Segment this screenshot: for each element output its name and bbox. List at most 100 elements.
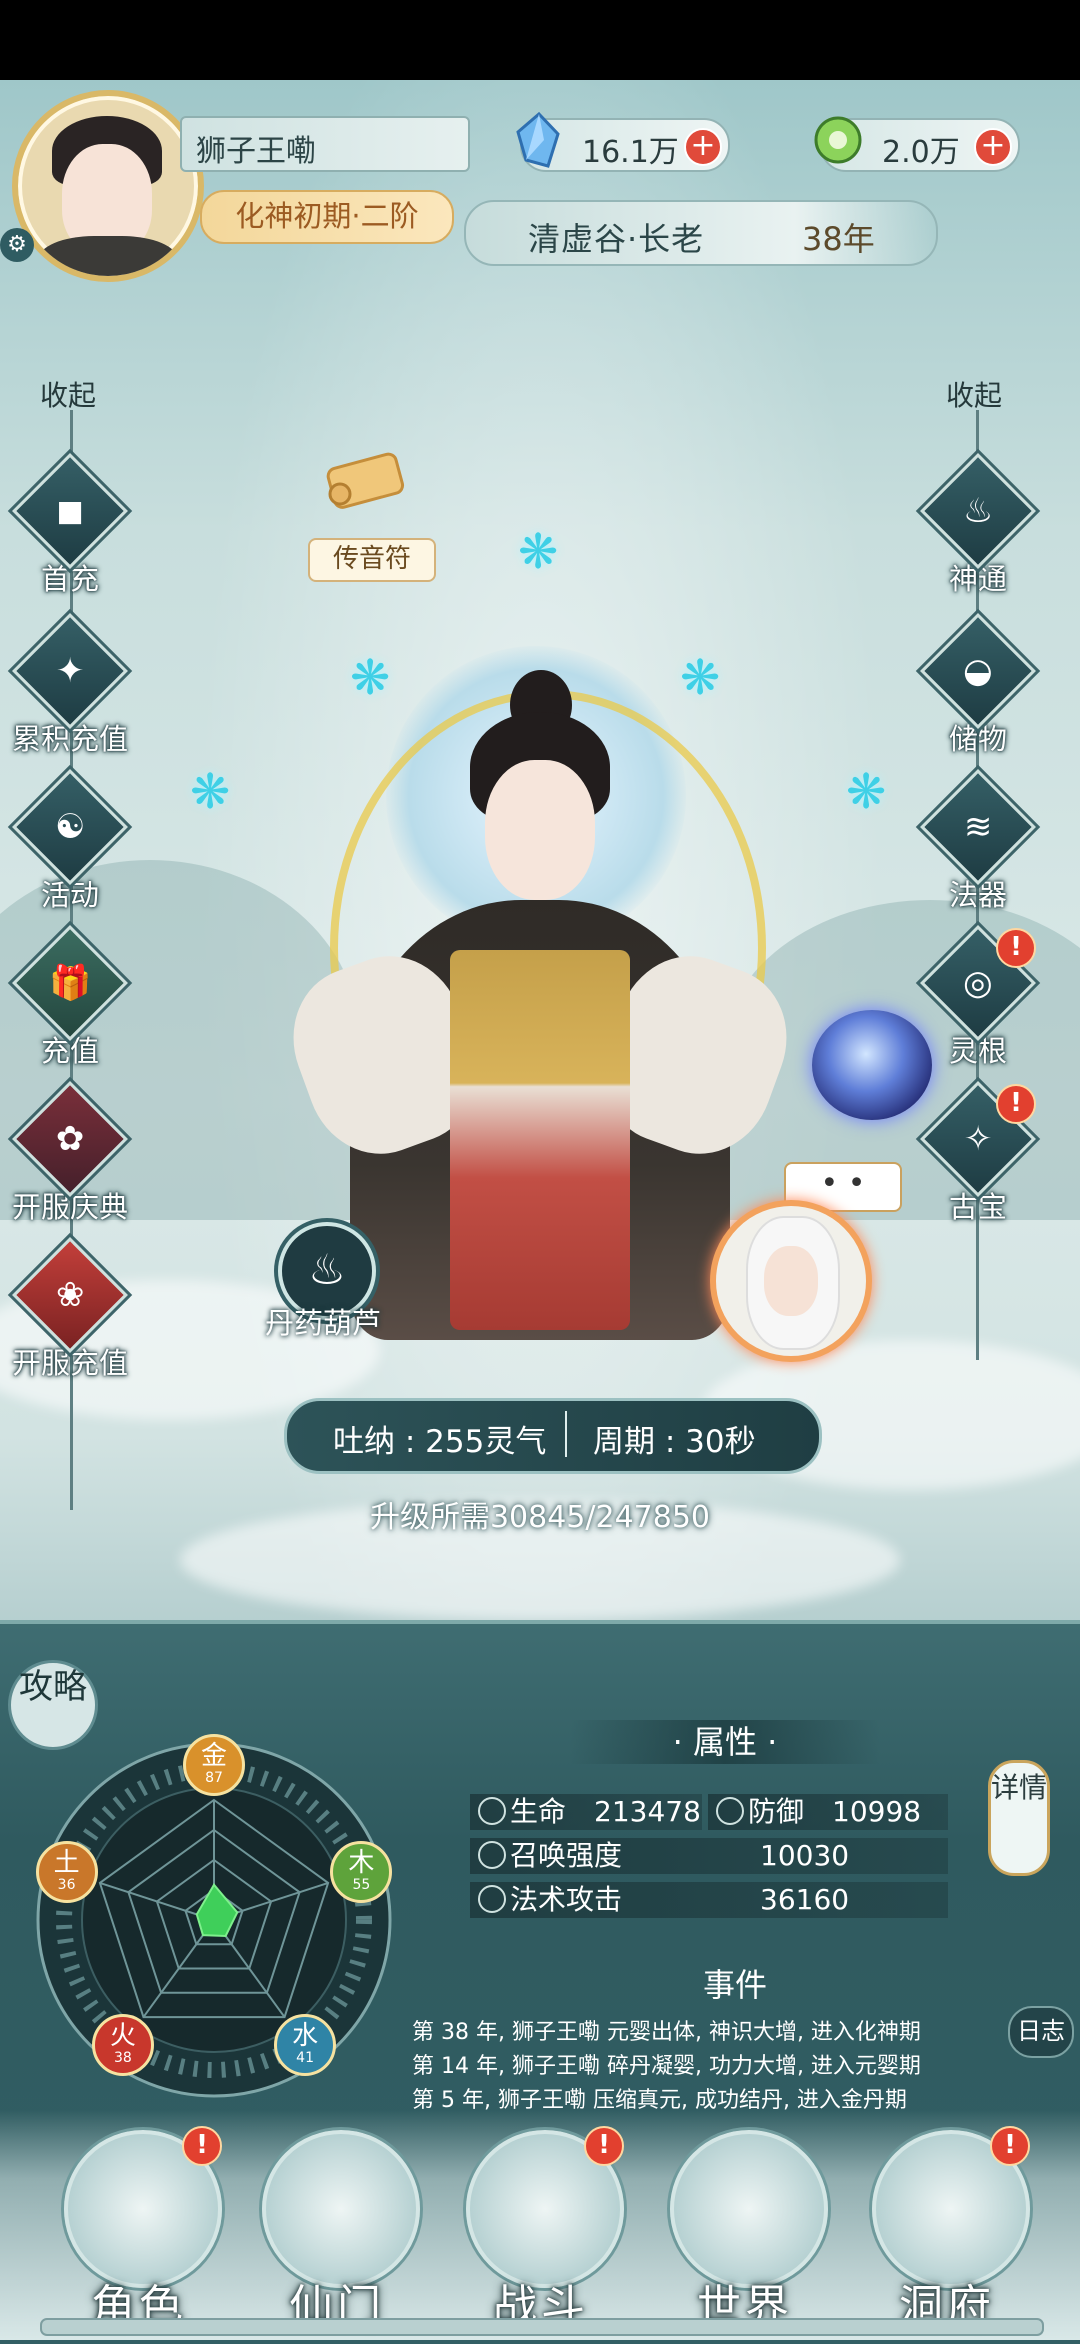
breath-rate: 吐纳 : 255灵气 xyxy=(333,1424,547,1460)
coins-plus-icon: ✦ xyxy=(55,651,85,691)
event-line: 第 38 年, 狮子王嘞 元婴出体, 神识大增, 进入化神期 xyxy=(412,2020,921,2045)
add-crystal-button[interactable]: + xyxy=(684,128,722,166)
menu-storage[interactable]: ◒ 储物 xyxy=(918,613,1038,758)
cloud-swirl-icon: ≋ xyxy=(963,807,993,847)
jade-amount: 2.0万 xyxy=(882,135,960,170)
menu-server-recharge[interactable]: ❀ 开服充值 xyxy=(10,1237,130,1382)
element-node[interactable]: 金 87 xyxy=(183,1734,245,1796)
celebration-icon: ✿ xyxy=(55,1119,85,1159)
details-button[interactable]: 详情 xyxy=(988,1760,1050,1876)
element-name: 土 xyxy=(53,1848,80,1879)
coin-icon: ◼ xyxy=(55,490,85,531)
spirit-beast-icon[interactable]: ❋ xyxy=(846,764,886,820)
events-title: 事件 xyxy=(702,1966,767,2004)
element-name: 火 xyxy=(109,2021,136,2052)
five-elements-radar: 金 87 木 55 水 41 火 38 土 36 xyxy=(24,1730,404,2110)
cultivation-years: 38年 xyxy=(802,220,875,258)
right-collapse-button[interactable]: 收起 xyxy=(946,374,1002,414)
element-value: 38 xyxy=(113,2050,132,2067)
element-value: 41 xyxy=(296,2050,314,2067)
stat-value: 36160 xyxy=(760,1883,850,1916)
player-name: 狮子王嘞 xyxy=(196,134,316,169)
crystal-amount: 16.1万 xyxy=(582,135,679,170)
event-line: 第 14 年, 狮子王嘞 碎丹凝婴, 功力大增, 进入元婴期 xyxy=(412,2054,921,2079)
jade-resource: 2.0万 + xyxy=(814,116,1020,172)
spirit-beast-icon[interactable]: ❋ xyxy=(350,650,390,706)
stat-label: 防御 xyxy=(748,1795,805,1828)
world-mountain-icon xyxy=(670,2130,828,2288)
nav-character[interactable]: ! 角色 xyxy=(54,2126,224,2332)
nav-world[interactable]: 世界 xyxy=(660,2130,830,2332)
message-scroll-icon[interactable] xyxy=(318,446,418,512)
blue-crystal-icon xyxy=(516,111,560,168)
element-node[interactable]: 土 36 xyxy=(35,1841,98,1904)
avatar-body xyxy=(38,236,178,276)
planet-icon: ◎ xyxy=(963,962,993,1003)
player-avatar[interactable] xyxy=(12,90,204,282)
stat-value: 213478 xyxy=(594,1795,701,1828)
log-button[interactable]: 日志 xyxy=(1008,2006,1074,2058)
npc-face xyxy=(764,1246,818,1316)
gift-icon: 🎁 xyxy=(48,963,92,1003)
cultivator-character[interactable] xyxy=(485,760,595,900)
element-value: 36 xyxy=(57,1877,76,1894)
crystal-resource: 16.1万 + xyxy=(516,111,730,172)
stat-label: 召唤强度 xyxy=(510,1839,623,1872)
menu-artifact[interactable]: ≋ 法器 xyxy=(918,769,1038,914)
menu-spirit-root[interactable]: ◎ 灵根 ! xyxy=(918,925,1038,1070)
attributes-title: · 属性 · xyxy=(570,1720,880,1764)
lucky-bag-icon: ❀ xyxy=(55,1275,85,1315)
spirit-beast-icon[interactable]: ❋ xyxy=(680,650,720,706)
settings-gear-icon[interactable]: ⚙ xyxy=(0,228,34,262)
stat-label: 法术攻击 xyxy=(510,1883,623,1916)
nav-cave-dwelling[interactable]: ! 洞府 xyxy=(862,2126,1032,2332)
alert-badge: ! xyxy=(996,1084,1036,1124)
sect-title: 清虚谷·长老 xyxy=(528,220,705,258)
left-collapse-button[interactable]: 收起 xyxy=(40,374,96,414)
compass-star-icon: ✧ xyxy=(963,1119,993,1159)
cycle-time: 周期 : 30秒 xyxy=(593,1424,756,1460)
alert-badge: ! xyxy=(996,928,1036,968)
menu-events[interactable]: ☯ 活动 xyxy=(10,769,130,914)
divider xyxy=(565,1411,567,1457)
stat-value: 10998 xyxy=(832,1795,922,1828)
cultivation-bar: 吐纳 : 255灵气 周期 : 30秒 xyxy=(284,1398,822,1474)
npc-portrait[interactable] xyxy=(710,1200,872,1362)
menu-recharge[interactable]: 🎁 充值 xyxy=(10,925,130,1070)
summon-icon xyxy=(478,1841,506,1869)
nav-battle[interactable]: ! 战斗 xyxy=(456,2126,626,2332)
element-name: 水 xyxy=(292,2021,319,2052)
stat-label: 生命 xyxy=(510,1795,567,1828)
spirit-beast-icon[interactable]: ❋ xyxy=(518,524,558,580)
stat-summon: 召唤强度 10030 xyxy=(470,1838,948,1874)
element-node[interactable]: 火 38 xyxy=(91,2014,154,2077)
stat-spell-attack: 法术攻击 36160 xyxy=(470,1882,948,1918)
menu-cumulative-recharge[interactable]: ✦ 累积充值 xyxy=(10,613,130,758)
element-name: 木 xyxy=(348,1848,375,1879)
menu-divine-power[interactable]: ♨ 神通 xyxy=(918,453,1038,598)
sect-gate-icon xyxy=(262,2130,420,2288)
stat-hp: 生命 213478 xyxy=(470,1794,702,1830)
spirit-orb-icon[interactable] xyxy=(812,1010,932,1120)
message-scroll-label[interactable]: 传音符 xyxy=(308,538,436,582)
heart-icon xyxy=(478,1797,506,1825)
shield-icon xyxy=(716,1797,744,1825)
element-name: 金 xyxy=(200,1741,227,1771)
sect-bar: 清虚谷·长老 38年 xyxy=(464,200,938,266)
add-jade-button[interactable]: + xyxy=(974,128,1012,166)
flame-sigil-icon: ♨ xyxy=(962,490,994,531)
menu-first-recharge[interactable]: ◼ 首充 xyxy=(10,453,130,598)
spirit-beast-icon[interactable]: ❋ xyxy=(190,764,230,820)
stat-value: 10030 xyxy=(760,1839,850,1872)
alert-badge: ! xyxy=(990,2126,1030,2166)
alert-badge: ! xyxy=(584,2126,624,2166)
menu-server-celebration[interactable]: ✿ 开服庆典 xyxy=(10,1081,130,1226)
bottom-progress-bar xyxy=(40,2318,1044,2336)
menu-ancient-treasure[interactable]: ✧ 古宝 ! xyxy=(918,1081,1038,1226)
element-value: 87 xyxy=(205,1770,223,1786)
element-value: 55 xyxy=(352,1877,371,1894)
jade-token-icon xyxy=(814,116,862,164)
nav-sect[interactable]: 仙门 xyxy=(252,2130,422,2332)
player-name-bar: 狮子王嘞 xyxy=(180,116,470,172)
pill-gourd-label[interactable]: 丹药葫芦 xyxy=(258,1300,388,1342)
